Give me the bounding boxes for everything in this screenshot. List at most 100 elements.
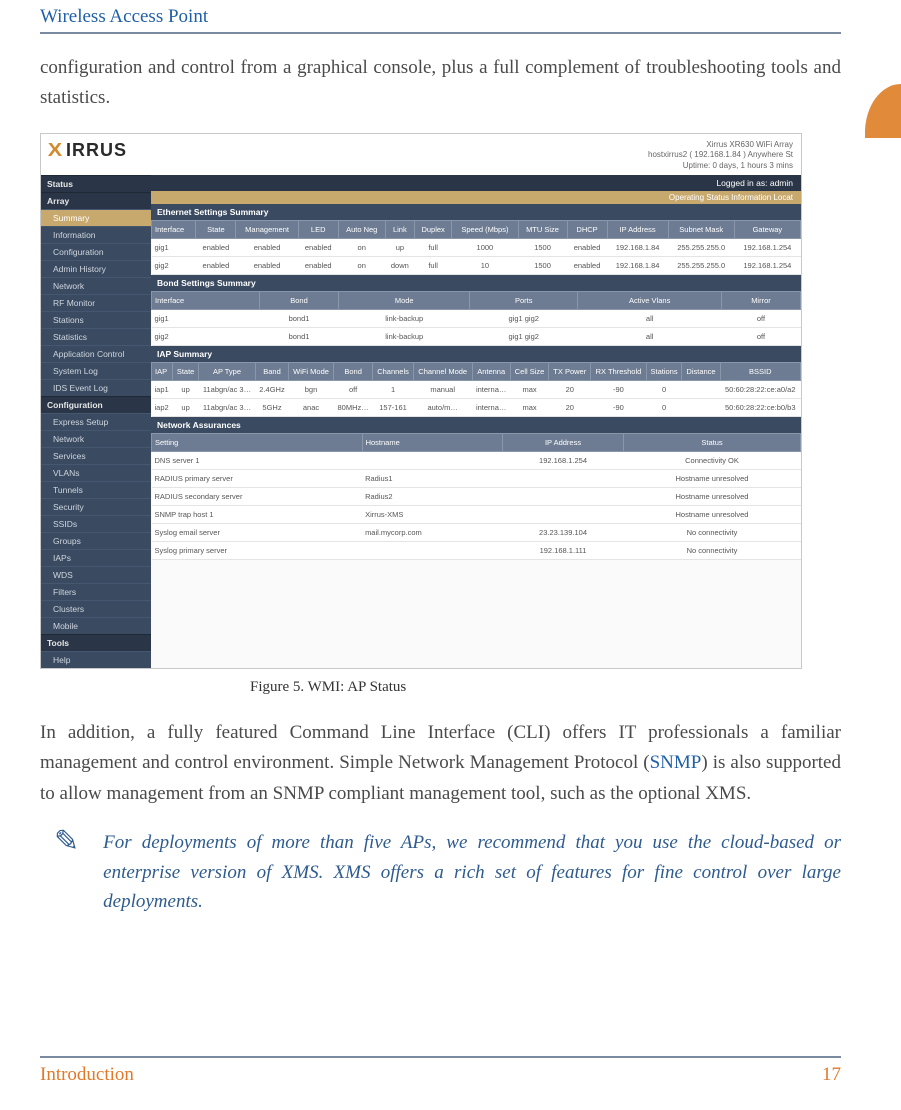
table-cell: 1000 bbox=[452, 238, 518, 256]
table-cell: auto/m… bbox=[413, 398, 472, 416]
table-cell: Syslog primary server bbox=[152, 541, 363, 559]
table-cell: Radius2 bbox=[362, 487, 502, 505]
col-header: Bond bbox=[334, 362, 373, 380]
table-cell: No connectivity bbox=[624, 541, 801, 559]
nav-item[interactable]: Configuration bbox=[41, 243, 151, 260]
table-cell: 255.255.255.0 bbox=[668, 256, 734, 274]
login-bar: Logged in as: admin bbox=[151, 175, 801, 191]
table-cell: gig1 bbox=[152, 309, 260, 327]
col-header: Active Vlans bbox=[578, 291, 722, 309]
table-cell: 192.168.1.254 bbox=[734, 256, 800, 274]
page-footer: Introduction 17 bbox=[40, 1056, 841, 1086]
left-nav[interactable]: StatusArraySummaryInformationConfigurati… bbox=[41, 175, 151, 668]
nav-item[interactable]: WDS bbox=[41, 566, 151, 583]
table-cell: off bbox=[721, 327, 800, 345]
iap-summary-table: IAPStateAP TypeBandWiFi ModeBondChannels… bbox=[151, 362, 801, 417]
col-header: Bond bbox=[259, 291, 339, 309]
col-header: Auto Neg bbox=[338, 220, 385, 238]
table-cell: Syslog email server bbox=[152, 523, 363, 541]
footer-section: Introduction bbox=[40, 1064, 134, 1086]
nav-item[interactable]: IDS Event Log bbox=[41, 379, 151, 396]
snmp-link[interactable]: SNMP bbox=[650, 752, 702, 773]
table-cell: Xirrus-XMS bbox=[362, 505, 502, 523]
table-cell: 2.4GHz bbox=[255, 380, 288, 398]
col-header: Ports bbox=[470, 291, 578, 309]
table-cell: 192.168.1.254 bbox=[734, 238, 800, 256]
col-header: State bbox=[173, 362, 199, 380]
table-cell: 192.168.1.84 bbox=[607, 256, 668, 274]
table-cell: enabled bbox=[236, 256, 298, 274]
nav-item[interactable]: Stations bbox=[41, 311, 151, 328]
nav-item[interactable]: Tunnels bbox=[41, 481, 151, 498]
table-row: RADIUS primary serverRadius1Hostname unr… bbox=[152, 469, 801, 487]
nav-item[interactable]: Information bbox=[41, 226, 151, 243]
table-cell: gig1 gig2 bbox=[470, 309, 578, 327]
nav-item[interactable]: Filters bbox=[41, 583, 151, 600]
nav-item[interactable]: Clusters bbox=[41, 600, 151, 617]
table-cell: 50:60:28:22:ce:a0/a2 bbox=[720, 380, 800, 398]
table-cell: DNS server 1 bbox=[152, 451, 363, 469]
nav-item[interactable]: Express Setup bbox=[41, 413, 151, 430]
table-cell: manual bbox=[413, 380, 472, 398]
table-cell: 50:60:28:22:ce:b0/b3 bbox=[720, 398, 800, 416]
col-header: Distance bbox=[682, 362, 720, 380]
nav-item[interactable]: SSIDs bbox=[41, 515, 151, 532]
eth-panel-header: Ethernet Settings Summary bbox=[151, 204, 801, 220]
table-cell: Radius1 bbox=[362, 469, 502, 487]
nav-item[interactable]: System Log bbox=[41, 362, 151, 379]
col-header: WiFi Mode bbox=[289, 362, 334, 380]
table-cell: gig2 bbox=[152, 256, 196, 274]
table-cell: iap2 bbox=[152, 398, 173, 416]
table-cell: 1500 bbox=[518, 238, 567, 256]
table-row: gig1enabledenabledenabledonupfull1000150… bbox=[152, 238, 801, 256]
nav-item[interactable]: IAPs bbox=[41, 549, 151, 566]
nav-item[interactable]: Security bbox=[41, 498, 151, 515]
col-header: Mode bbox=[339, 291, 470, 309]
table-cell: down bbox=[385, 256, 414, 274]
nav-item[interactable]: Groups bbox=[41, 532, 151, 549]
table-cell: 157-161 bbox=[373, 398, 414, 416]
table-cell bbox=[503, 469, 624, 487]
table-row: iap1up11abgn/ac 3…2.4GHzbgnoff1manualint… bbox=[152, 380, 801, 398]
network-assurance-table: SettingHostnameIP AddressStatusDNS serve… bbox=[151, 433, 801, 560]
nav-item[interactable]: Network bbox=[41, 430, 151, 447]
nav-item[interactable]: Help bbox=[41, 651, 151, 668]
col-header: Hostname bbox=[362, 433, 502, 451]
col-header: Channel Mode bbox=[413, 362, 472, 380]
table-cell: iap1 bbox=[152, 380, 173, 398]
nav-item[interactable]: Admin History bbox=[41, 260, 151, 277]
nav-item[interactable]: Application Control bbox=[41, 345, 151, 362]
device-hostname: hostxirrus2 ( 192.168.1.84 ) Anywhere St bbox=[648, 150, 793, 160]
nav-group-header: Tools bbox=[41, 634, 151, 651]
nav-item[interactable]: Services bbox=[41, 447, 151, 464]
col-header: Link bbox=[385, 220, 414, 238]
table-cell: enabled bbox=[196, 256, 236, 274]
table-cell: 192.168.1.84 bbox=[607, 238, 668, 256]
xirrus-logo: XIRRUS bbox=[49, 140, 127, 161]
table-cell: up bbox=[173, 398, 199, 416]
table-cell: enabled bbox=[567, 256, 607, 274]
table-cell: -90 bbox=[591, 380, 646, 398]
table-cell: 192.168.1.254 bbox=[503, 451, 624, 469]
table-cell: bgn bbox=[289, 380, 334, 398]
table-cell: link-backup bbox=[339, 309, 470, 327]
table-cell: gig1 gig2 bbox=[470, 327, 578, 345]
table-cell: Hostname unresolved bbox=[624, 469, 801, 487]
nav-item[interactable]: Mobile bbox=[41, 617, 151, 634]
nav-item[interactable]: VLANs bbox=[41, 464, 151, 481]
nav-item[interactable]: Summary bbox=[41, 209, 151, 226]
table-cell: link-backup bbox=[339, 327, 470, 345]
table-cell bbox=[503, 487, 624, 505]
table-cell bbox=[682, 398, 720, 416]
table-cell: off bbox=[721, 309, 800, 327]
table-cell: on bbox=[338, 256, 385, 274]
table-cell: up bbox=[385, 238, 414, 256]
col-header: IAP bbox=[152, 362, 173, 380]
nav-item[interactable]: Statistics bbox=[41, 328, 151, 345]
nav-item[interactable]: Network bbox=[41, 277, 151, 294]
cli-paragraph: In addition, a fully featured Command Li… bbox=[40, 718, 841, 809]
page-header: Wireless Access Point bbox=[40, 0, 841, 28]
table-cell: enabled bbox=[298, 256, 338, 274]
table-row: gig1bond1link-backupgig1 gig2alloff bbox=[152, 309, 801, 327]
nav-item[interactable]: RF Monitor bbox=[41, 294, 151, 311]
